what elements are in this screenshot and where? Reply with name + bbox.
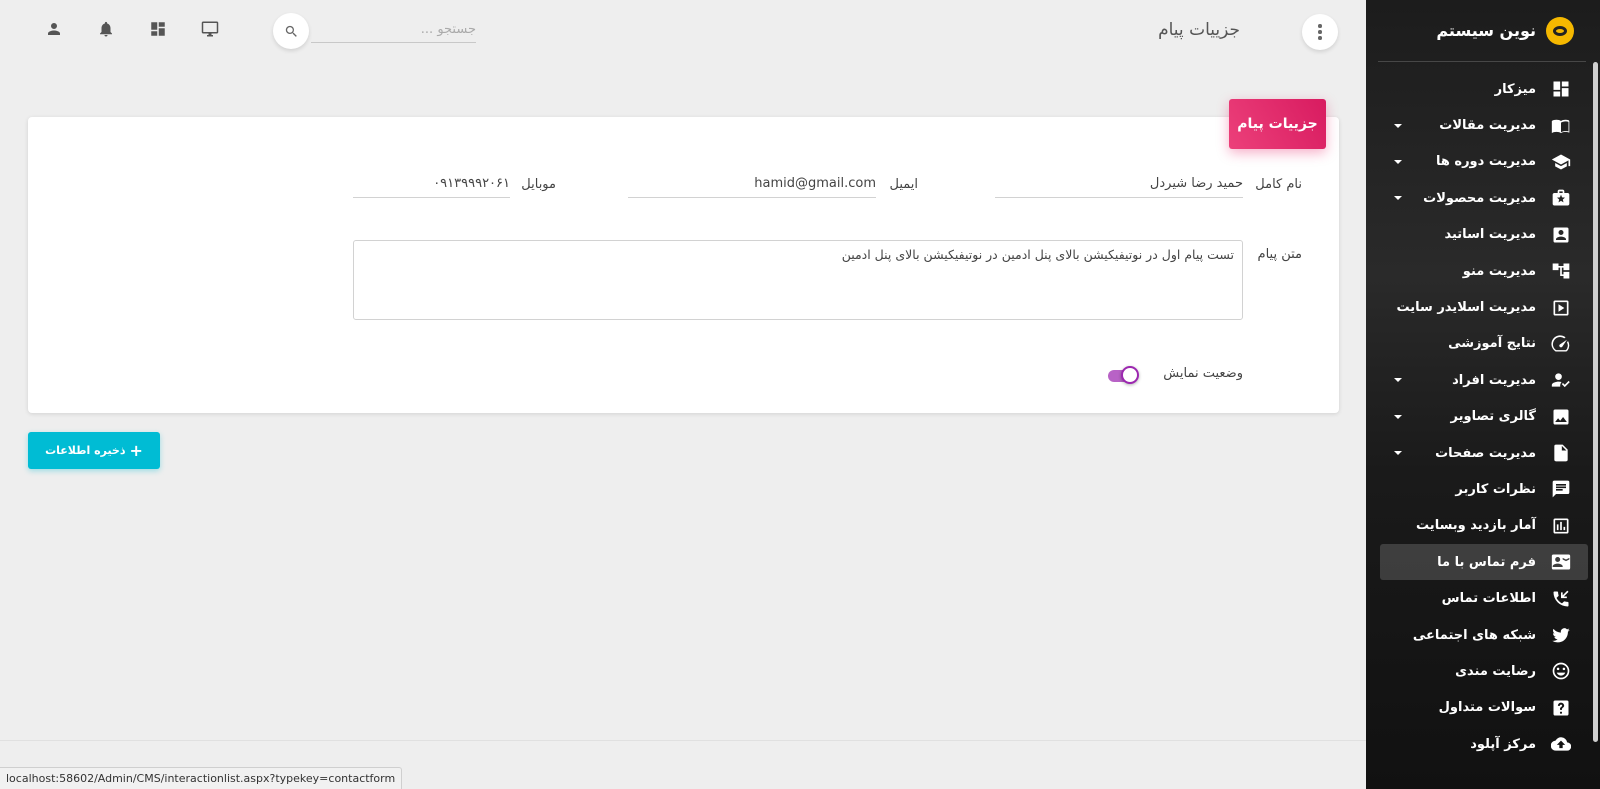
- sidebar-item-label: مدیریت محصولات: [1423, 190, 1536, 206]
- dashboard-icon[interactable]: [148, 19, 168, 39]
- sidebar-item-label: نتایج آموزشی: [1448, 336, 1536, 352]
- sidebar-item-label: اطلاعات تماس: [1441, 591, 1536, 607]
- sidebar-item-8[interactable]: مدیریت افراد: [1380, 362, 1588, 398]
- menu-tree-icon: [1550, 260, 1572, 282]
- caret-down-icon: [1394, 123, 1402, 128]
- search-icon: [285, 25, 297, 37]
- caret-down-icon: [1394, 451, 1402, 456]
- sidebar-item-6[interactable]: مدیریت اسلایدر سایت: [1380, 289, 1588, 325]
- product-star-icon: [1550, 187, 1572, 209]
- sidebar-item-label: نظرات کاربر: [1455, 481, 1536, 497]
- sidebar-item-13[interactable]: فرم تماس با ما: [1380, 544, 1588, 581]
- fullname-field[interactable]: [995, 170, 1243, 198]
- sidebar-item-label: میزکار: [1494, 81, 1536, 97]
- sidebar-item-7[interactable]: نتایج آموزشی: [1380, 326, 1588, 362]
- message-label: متن پیام: [1257, 247, 1302, 262]
- sidebar-item-label: رضایت مندی: [1455, 663, 1536, 679]
- message-textarea[interactable]: تست پیام اول در نوتیفیکیشن بالای پنل ادم…: [353, 240, 1243, 320]
- bar-chart-icon: [1550, 515, 1572, 537]
- sidebar-item-label: فرم تماس با ما: [1437, 554, 1536, 570]
- mobile-label: موبایل: [521, 177, 556, 192]
- sidebar-item-14[interactable]: اطلاعات تماس: [1380, 580, 1588, 616]
- sidebar-item-label: مدیریت منو: [1462, 263, 1536, 279]
- caret-down-icon: [1394, 414, 1402, 419]
- sidebar-item-2[interactable]: مدیریت دوره ها: [1380, 144, 1588, 180]
- sidebar-item-3[interactable]: مدیریت محصولات: [1380, 180, 1588, 216]
- email-label: ایمیل: [889, 177, 918, 192]
- save-button-label: ذخیره اطلاعات: [45, 444, 126, 457]
- sidebar-item-10[interactable]: مدیریت صفحات: [1380, 435, 1588, 471]
- fullname-label: نام کامل: [1255, 177, 1302, 192]
- search-input[interactable]: [311, 17, 476, 43]
- sidebar-item-label: گالری تصاویر: [1450, 409, 1536, 425]
- eye-logo-icon: [1546, 16, 1574, 45]
- comment-icon: [1550, 478, 1572, 500]
- help-box-icon: [1550, 697, 1572, 719]
- speedometer-icon: [1550, 333, 1572, 355]
- sidebar-item-label: مدیریت اساتید: [1444, 227, 1536, 243]
- sidebar-item-label: مدیریت صفحات: [1435, 445, 1536, 461]
- sidebar-brand[interactable]: نوین سیستم: [1378, 0, 1586, 62]
- monitor-icon[interactable]: [200, 19, 220, 39]
- cloud-upload-icon: [1550, 733, 1572, 755]
- sidebar-item-4[interactable]: مدیریت اساتید: [1380, 217, 1588, 253]
- card-title: جزییات پیام: [1229, 99, 1326, 149]
- browser-status-url: localhost:58602/Admin/CMS/interactionlis…: [0, 767, 403, 789]
- display-status-toggle[interactable]: [1106, 366, 1140, 384]
- contact-mail-icon: [1550, 551, 1572, 573]
- caret-down-icon: [1394, 378, 1402, 383]
- sidebar-item-label: مدیریت اسلایدر سایت: [1396, 300, 1536, 316]
- slider-play-icon: [1550, 297, 1572, 319]
- page-icon: [1550, 442, 1572, 464]
- sidebar-item-label: مرکز آپلود: [1470, 736, 1536, 752]
- sidebar-item-label: مدیریت مقالات: [1439, 118, 1536, 134]
- sidebar-item-label: مدیریت افراد: [1452, 372, 1536, 388]
- phone-callback-icon: [1550, 588, 1572, 610]
- sidebar-item-label: مدیریت دوره ها: [1435, 154, 1536, 170]
- image-icon: [1550, 406, 1572, 428]
- sidebar-item-11[interactable]: نظرات کاربر: [1380, 471, 1588, 507]
- notification-bell-icon[interactable]: [96, 19, 116, 39]
- sidebar-item-label: آمار بازدید وبسایت: [1416, 518, 1536, 534]
- sidebar: نوین سیستم میزکار مدیریت مقالات مدیریت دور…: [1366, 0, 1600, 789]
- contact-card-icon: [1550, 224, 1572, 246]
- page-title: جزییات پیام: [1158, 20, 1240, 40]
- person-check-icon: [1550, 369, 1572, 391]
- graduation-cap-icon: [1550, 151, 1572, 173]
- twitter-icon: [1550, 624, 1572, 646]
- save-button[interactable]: + ذخیره اطلاعات: [28, 432, 160, 469]
- book-open-icon: [1550, 115, 1572, 137]
- more-options-button[interactable]: [1302, 14, 1338, 50]
- sidebar-item-16[interactable]: رضایت مندی: [1380, 653, 1588, 689]
- sidebar-item-18[interactable]: مرکز آپلود: [1380, 726, 1588, 762]
- footer-divider: [0, 740, 1366, 741]
- sidebar-item-17[interactable]: سوالات متداول: [1380, 690, 1588, 726]
- sidebar-item-0[interactable]: میزکار: [1380, 71, 1588, 107]
- brand-name: نوین سیستم: [1436, 21, 1536, 40]
- email-field[interactable]: [628, 170, 876, 198]
- sidebar-menu: میزکار مدیریت مقالات مدیریت دوره ها مدیریت …: [1366, 62, 1600, 762]
- sidebar-item-1[interactable]: مدیریت مقالات: [1380, 107, 1588, 143]
- sidebar-item-12[interactable]: آمار بازدید وبسایت: [1380, 508, 1588, 544]
- smiley-icon: [1550, 660, 1572, 682]
- sidebar-item-label: شبکه های اجتماعی: [1412, 627, 1536, 643]
- sidebar-scrollbar[interactable]: [1593, 62, 1598, 742]
- user-profile-icon[interactable]: [44, 19, 64, 39]
- sidebar-item-15[interactable]: شبکه های اجتماعی: [1380, 617, 1588, 653]
- plus-icon: +: [129, 440, 143, 460]
- search-button[interactable]: [273, 13, 309, 49]
- caret-down-icon: [1394, 159, 1402, 164]
- dashboard-icon: [1550, 78, 1572, 100]
- sidebar-item-label: سوالات متداول: [1438, 700, 1536, 716]
- mobile-field[interactable]: [353, 170, 510, 198]
- sidebar-item-9[interactable]: گالری تصاویر: [1380, 399, 1588, 435]
- sidebar-item-5[interactable]: مدیریت منو: [1380, 253, 1588, 289]
- caret-down-icon: [1394, 196, 1402, 201]
- status-label: وضعیت نمایش: [1163, 366, 1243, 381]
